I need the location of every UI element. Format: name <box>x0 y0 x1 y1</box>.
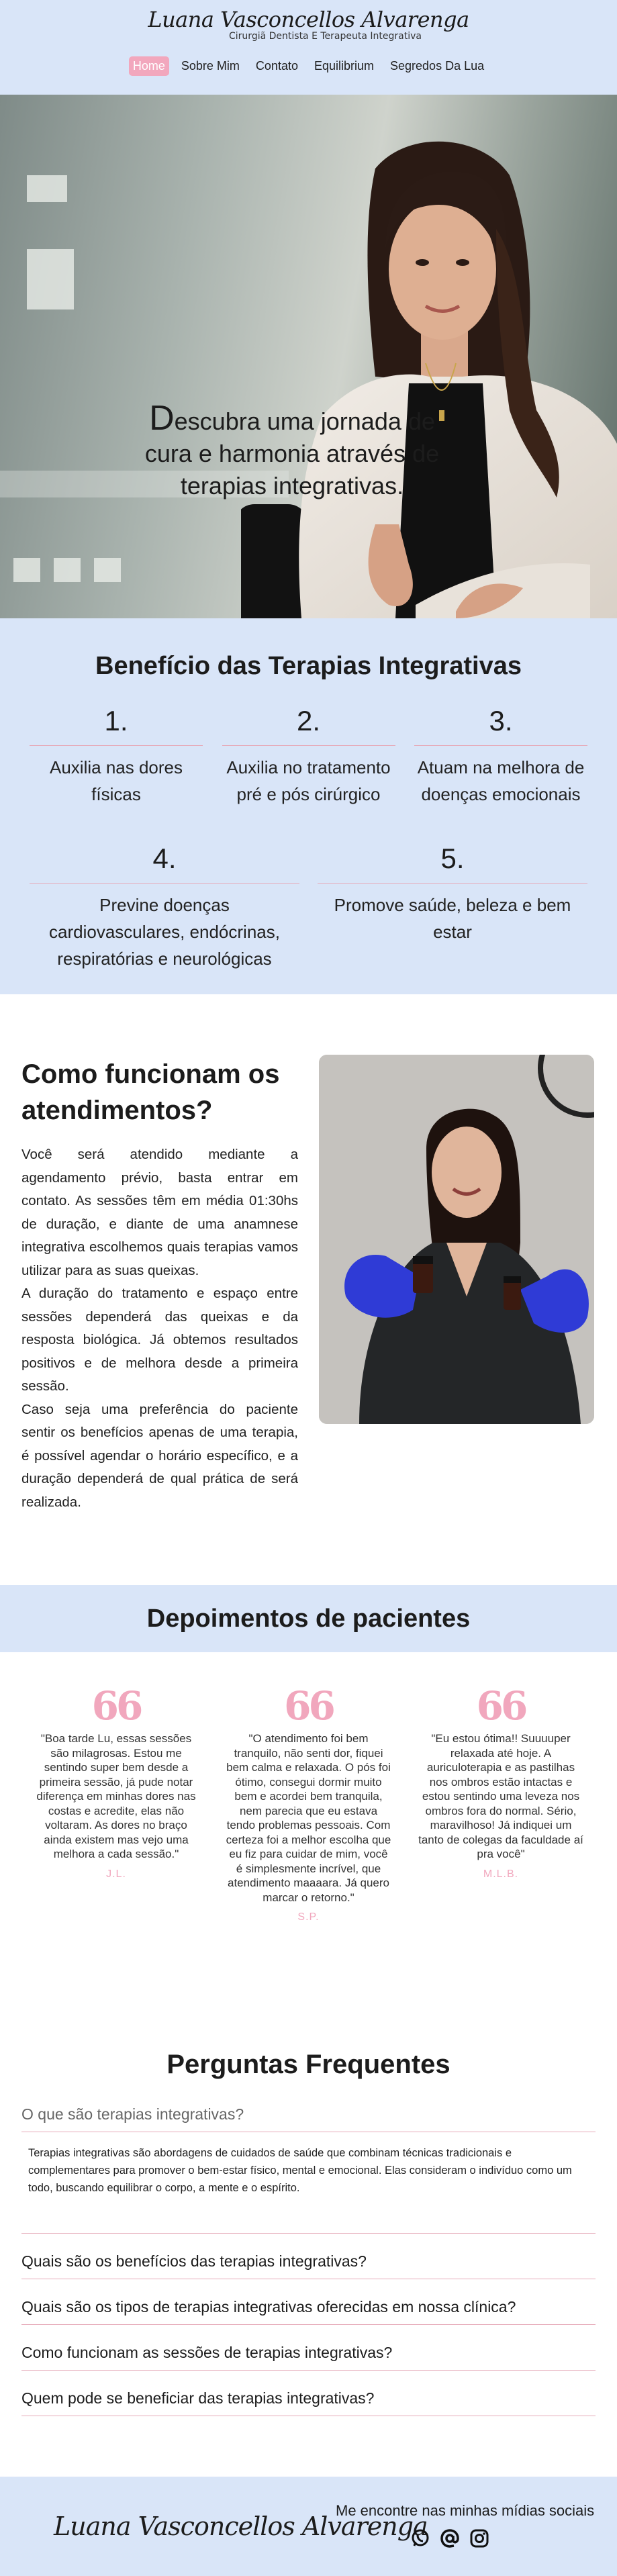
dentist-photo <box>319 1055 594 1424</box>
testimonial-text: "Eu estou ótima!! Suuuuper relaxada até … <box>418 1732 583 1860</box>
brand-subtitle: Cirurgiã Dentista E Terapeuta Integrativ… <box>229 31 422 42</box>
how-paragraph: Caso seja uma preferência do paciente se… <box>21 1401 298 1510</box>
hero-section: Descubra uma jornada de cura e harmonia … <box>0 95 617 618</box>
hero-portrait-photo <box>241 141 617 618</box>
benefit-item: 2. Auxilia no tratamento pré e pós cirúr… <box>222 705 395 808</box>
testimonial-author: M.L.B. <box>483 1868 519 1880</box>
benefits-row: 1. Auxilia nas dores físicas 2. Auxilia … <box>0 705 617 808</box>
whatsapp-icon[interactable] <box>410 2528 431 2549</box>
benefit-item: 4. Previne doenças cardiovasculares, end… <box>30 843 299 972</box>
window-decor <box>27 175 67 202</box>
faq-title: Perguntas Frequentes <box>167 2050 450 2079</box>
benefit-text: Promove saúde, beleza e bem estar <box>334 895 571 942</box>
window-decor <box>13 558 40 582</box>
testimonial-text: "O atendimento foi bem tranquilo, não se… <box>226 1732 391 1904</box>
faq-question[interactable]: Quem pode se beneficiar das terapias int… <box>21 2371 596 2416</box>
window-decor <box>27 249 74 309</box>
window-decor <box>94 558 121 582</box>
hero-headline: Descubra uma jornada de cura e harmonia … <box>134 399 450 502</box>
benefit-item: 3. Atuam na melhora de doenças emocionai… <box>414 705 587 808</box>
faq-item: Quem pode se beneficiar das terapias int… <box>21 2371 596 2416</box>
site-header: Luana Vasconcellos Alvarenga Cirurgiã De… <box>0 0 617 95</box>
nav-home[interactable]: Home <box>128 56 169 76</box>
quote-icon: 66 <box>91 1683 144 1729</box>
faq-question[interactable]: Quais são os benefícios das terapias int… <box>21 2234 596 2279</box>
faq-item: Quais são os benefícios das terapias int… <box>21 2234 596 2279</box>
testimonials-section: Depoimentos de pacientes 66 "Boa tarde L… <box>0 1585 617 2042</box>
how-text: Você será atendido mediante a agendament… <box>21 1143 298 1514</box>
faq-question[interactable]: Quais são os tipos de terapias integrati… <box>21 2279 596 2324</box>
benefits-row: 4. Previne doenças cardiovasculares, end… <box>0 843 617 972</box>
social-icons <box>410 2528 490 2549</box>
benefits-title: Benefício das Terapias Integrativas <box>95 652 522 680</box>
nav-segredos-da-lua[interactable]: Segredos Da Lua <box>386 56 488 76</box>
faq-question[interactable]: Como funcionam as sessões de terapias in… <box>21 2325 596 2370</box>
faq-answer: Terapias integrativas são abordagens de … <box>21 2132 596 2233</box>
brand: Luana Vasconcellos Alvarenga Cirurgiã De… <box>0 7 617 42</box>
main-nav: Home Sobre Mim Contato Equilibrium Segre… <box>0 56 617 76</box>
window-decor <box>54 558 81 582</box>
faq-question[interactable]: O que são terapias integrativas? <box>21 2080 596 2132</box>
nav-sobre-mim[interactable]: Sobre Mim <box>177 56 244 76</box>
benefit-text: Auxilia no tratamento pré e pós cirúrgic… <box>226 757 391 804</box>
benefit-item: 1. Auxilia nas dores físicas <box>30 705 203 808</box>
how-it-works-section: Como funcionam os atendimentos? Você ser… <box>0 994 617 1585</box>
benefit-text: Auxilia nas dores físicas <box>50 757 183 804</box>
benefit-number: 5. <box>318 843 587 884</box>
testimonial-author: J.L. <box>106 1868 126 1880</box>
benefits-section: Benefício das Terapias Integrativas 1. A… <box>0 618 617 994</box>
benefit-number: 1. <box>30 705 203 746</box>
how-title: Como funcionam os atendimentos? <box>21 1059 280 1125</box>
testimonial-author: S.P. <box>297 1911 320 1923</box>
email-at-icon[interactable] <box>439 2528 461 2549</box>
benefit-item: 5. Promove saúde, beleza e bem estar <box>318 843 587 972</box>
instagram-icon[interactable] <box>469 2528 490 2549</box>
benefit-text: Previne doenças cardiovasculares, endócr… <box>49 895 280 969</box>
testimonial-text: "Boa tarde Lu, essas sessões são milagro… <box>36 1732 196 1860</box>
testimonials-row: 66 "Boa tarde Lu, essas sessões são mila… <box>0 1686 617 2042</box>
benefit-number: 2. <box>222 705 395 746</box>
nav-equilibrium[interactable]: Equilibrium <box>310 56 378 76</box>
quote-icon: 66 <box>476 1683 528 1729</box>
faq-item: Quais são os tipos de terapias integrati… <box>21 2279 596 2325</box>
benefit-text: Atuam na melhora de doenças emocionais <box>417 757 585 804</box>
quote-icon: 66 <box>284 1683 336 1729</box>
testimonial-card: 66 "O atendimento foi bem tranquilo, não… <box>225 1686 393 2042</box>
testimonial-card: 66 "Eu estou ótima!! Suuuuper relaxada a… <box>417 1686 585 2042</box>
faq-item: Como funcionam as sessões de terapias in… <box>21 2325 596 2371</box>
testimonial-card: 66 "Boa tarde Lu, essas sessões são mila… <box>32 1686 200 2042</box>
brand-name[interactable]: Luana Vasconcellos Alvarenga <box>0 7 617 32</box>
testimonials-header: Depoimentos de pacientes <box>0 1585 617 1652</box>
faq-section: Perguntas Frequentes O que são terapias … <box>0 2042 617 2477</box>
benefit-number: 3. <box>414 705 587 746</box>
benefit-number: 4. <box>30 843 299 884</box>
faq-item: O que são terapias integrativas? Terapia… <box>21 2080 596 2234</box>
how-paragraph: Você será atendido mediante a agendament… <box>21 1147 298 1278</box>
hero-headline-text: escubra uma jornada de cura e harmonia a… <box>144 408 440 499</box>
site-footer: Luana Vasconcellos Alvarenga Me encontre… <box>0 2477 617 2576</box>
testimonials-title: Depoimentos de pacientes <box>146 1604 471 1633</box>
nav-contato[interactable]: Contato <box>252 56 302 76</box>
how-paragraph: A duração do tratamento e espaço entre s… <box>21 1286 298 1394</box>
social-label: Me encontre nas minhas mídias sociais <box>336 2502 595 2519</box>
hero-headline-initial: D <box>149 399 175 438</box>
